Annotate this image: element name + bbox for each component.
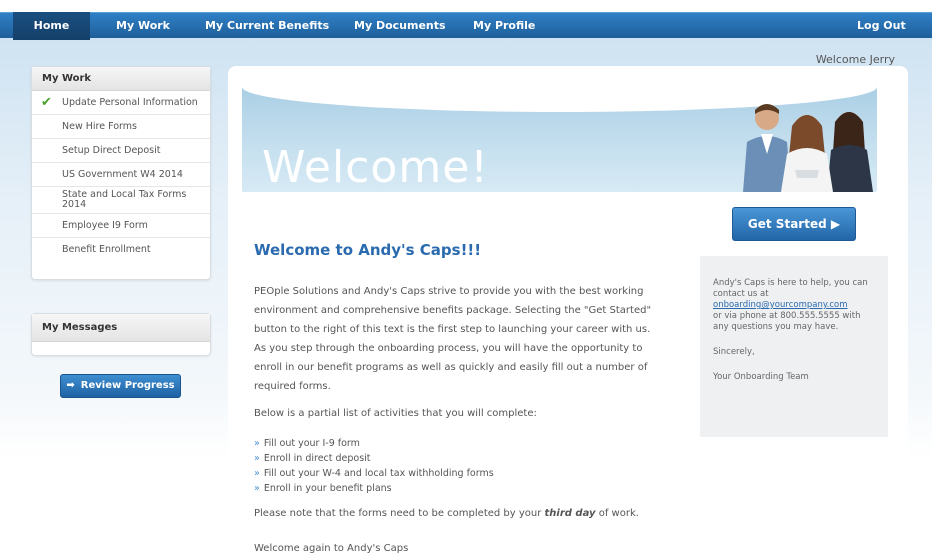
work-item-label: Employee I9 Form [62, 220, 148, 231]
help-contact-box: Andy's Caps is here to help, you can con… [700, 256, 888, 437]
team-photo-image [743, 104, 873, 192]
bullet-icon: » [254, 453, 260, 464]
get-started-button[interactable]: Get Started ▶ [732, 207, 856, 241]
list-item: » Enroll in direct deposit [254, 453, 371, 464]
bullet-icon: » [254, 438, 260, 449]
review-progress-label: Review Progress [80, 380, 175, 391]
deadline-emphasis: third day [544, 508, 596, 519]
welcome-user-text: Welcome Jerry [815, 53, 895, 66]
work-item-label: Benefit Enrollment [62, 244, 151, 255]
support-email-link[interactable]: onboarding@yourcompany.com [713, 300, 848, 310]
my-messages-panel: My Messages [31, 313, 211, 356]
checkmark-icon: ✔ [41, 95, 52, 110]
nav-my-documents[interactable]: My Documents [354, 13, 446, 39]
work-item-label: Setup Direct Deposit [62, 145, 161, 156]
content-title: Welcome to Andy's Caps!!! [254, 241, 482, 259]
work-item-employee-i9[interactable]: Employee I9 Form [32, 214, 210, 238]
list-item: » Fill out your I-9 form [254, 438, 360, 449]
help-intro: Andy's Caps is here to help, you can con… [713, 278, 868, 332]
welcome-banner: Welcome! [242, 82, 877, 192]
work-item-label: Update Personal Information [62, 97, 198, 108]
work-item-label: New Hire Forms [62, 121, 137, 132]
work-item-benefit-enrollment[interactable]: Benefit Enrollment [32, 238, 210, 262]
nav-log-out[interactable]: Log Out [857, 13, 906, 39]
deadline-note: Please note that the forms need to be co… [254, 508, 639, 519]
nav-home[interactable]: Home [13, 12, 90, 40]
closing-text: Welcome again to Andy's Caps [254, 543, 409, 554]
welcome-banner-title: Welcome! [262, 142, 489, 192]
list-item: » Enroll in your benefit plans [254, 483, 392, 494]
bullet-icon: » [254, 483, 260, 494]
my-work-heading: My Work [32, 67, 210, 91]
nav-my-profile[interactable]: My Profile [473, 13, 535, 39]
work-item-new-hire-forms[interactable]: New Hire Forms [32, 115, 210, 139]
work-item-setup-direct-deposit[interactable]: Setup Direct Deposit [32, 139, 210, 163]
play-arrow-icon: ▶ [830, 217, 841, 231]
work-item-update-personal-info[interactable]: ✔ Update Personal Information [32, 91, 210, 115]
nav-my-current-benefits[interactable]: My Current Benefits [205, 13, 329, 39]
activities-list: » Fill out your I-9 form » Enroll in direc… [254, 436, 494, 496]
work-item-us-government-w4[interactable]: US Government W4 2014 [32, 163, 210, 187]
help-signature: Your Onboarding Team [713, 372, 809, 382]
work-item-label: State and Local Tax Forms 2014 [62, 189, 187, 210]
bullet-icon: » [254, 468, 260, 479]
activities-intro: Below is a partial list of activities th… [254, 408, 537, 419]
work-item-label: US Government W4 2014 [62, 169, 183, 180]
my-messages-heading[interactable]: My Messages [32, 314, 210, 342]
review-progress-button[interactable]: ➡ Review Progress [60, 374, 181, 398]
get-started-label: Get Started [747, 217, 827, 231]
intro-paragraph: PEOple Solutions and Andy's Caps strive … [254, 286, 652, 392]
my-work-panel: My Work ✔ Update Personal Information Ne… [31, 66, 211, 280]
nav-my-work[interactable]: My Work [116, 13, 170, 39]
work-item-state-local-tax[interactable]: State and Local Tax Forms 2014 [32, 187, 210, 214]
list-item: » Fill out your W-4 and local tax withhol… [254, 468, 494, 479]
arrow-right-icon: ➡ [66, 380, 75, 391]
help-sincerely: Sincerely, [713, 347, 755, 357]
top-navigation-bar: Home My Work My Current Benefits My Docu… [0, 12, 932, 40]
